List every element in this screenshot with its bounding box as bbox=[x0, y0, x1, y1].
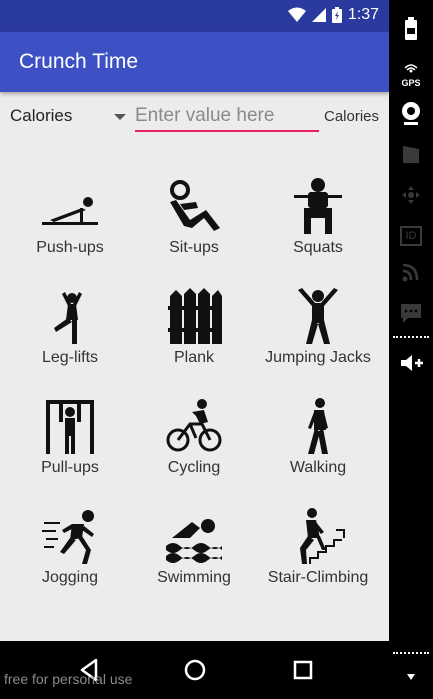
exercise-label: Jumping Jacks bbox=[265, 349, 371, 366]
dropdown-arrow-icon bbox=[114, 114, 126, 120]
phone-screen: 1:37 Crunch Time Calories Calories Push-… bbox=[0, 0, 389, 699]
exercise-swimming[interactable]: Swimming bbox=[132, 508, 256, 608]
input-row: Calories Calories bbox=[0, 96, 389, 140]
status-time: 1:37 bbox=[347, 6, 379, 23]
exercise-stair-climbing[interactable]: Stair-Climbing bbox=[256, 508, 380, 608]
gps-icon bbox=[404, 64, 418, 73]
exercise-label: Plank bbox=[173, 349, 215, 366]
spinner-value: Calories bbox=[10, 106, 73, 125]
unit-label: Calories bbox=[324, 108, 380, 125]
exercise-label: Sit-ups bbox=[169, 239, 219, 256]
chevron-down-icon[interactable] bbox=[396, 664, 426, 694]
exercise-leg-lifts[interactable]: Leg-lifts bbox=[8, 288, 132, 388]
exercise-label: Cycling bbox=[167, 459, 221, 476]
exercise-jogging[interactable]: Jogging bbox=[8, 508, 132, 608]
exercise-label: Swimming bbox=[157, 569, 231, 586]
exercise-label: Stair-Climbing bbox=[267, 569, 369, 586]
push-up-icon bbox=[42, 197, 98, 225]
leg-lift-icon bbox=[54, 292, 82, 344]
panel-divider bbox=[393, 652, 429, 654]
emulator-side-panel: GPS ID bbox=[389, 0, 433, 699]
pull-up-icon bbox=[46, 400, 94, 454]
swimming-icon bbox=[166, 519, 222, 563]
exercise-label: Jogging bbox=[41, 569, 99, 586]
exercise-label: Pull-ups bbox=[41, 459, 99, 476]
id-label: ID bbox=[400, 226, 422, 246]
walking-icon bbox=[308, 398, 328, 454]
cycling-icon bbox=[166, 399, 222, 452]
exercise-sit-ups[interactable]: Sit-ups bbox=[132, 178, 256, 278]
app-bar: Crunch Time bbox=[0, 32, 389, 92]
exercise-label: Walking bbox=[289, 459, 347, 476]
jumping-jacks-icon bbox=[298, 288, 338, 344]
gps-button[interactable]: GPS bbox=[396, 60, 426, 90]
exercise-squats[interactable]: Squats bbox=[256, 178, 380, 278]
wifi-icon bbox=[287, 7, 306, 22]
exercise-push-ups[interactable]: Push-ups bbox=[8, 178, 132, 278]
exercise-label: Squats bbox=[293, 239, 343, 256]
dpad-icon[interactable] bbox=[396, 180, 426, 210]
gps-label: GPS bbox=[401, 78, 421, 88]
plank-icon bbox=[168, 288, 222, 344]
exercise-jumping-jacks[interactable]: Jumping Jacks bbox=[256, 288, 380, 388]
home-icon[interactable] bbox=[180, 655, 210, 685]
squat-icon bbox=[294, 178, 342, 234]
app-title: Crunch Time bbox=[19, 50, 139, 73]
device-id-button[interactable]: ID bbox=[396, 220, 426, 250]
panel-divider bbox=[393, 336, 429, 338]
battery-icon bbox=[331, 7, 342, 23]
value-input[interactable] bbox=[135, 102, 319, 132]
rss-feed-icon[interactable] bbox=[396, 258, 426, 288]
watermark-text: free for personal use bbox=[4, 671, 133, 687]
jogging-icon bbox=[42, 510, 94, 564]
volume-up-icon[interactable] bbox=[396, 348, 426, 378]
unit-spinner[interactable]: Calories bbox=[10, 106, 132, 130]
exercise-pull-ups[interactable]: Pull-ups bbox=[8, 398, 132, 498]
status-bar: 1:37 bbox=[0, 0, 389, 32]
sms-message-icon[interactable] bbox=[396, 298, 426, 328]
exercise-label: Leg-lifts bbox=[41, 349, 99, 366]
sit-up-icon bbox=[170, 180, 220, 231]
camera-icon[interactable] bbox=[396, 98, 426, 128]
signal-icon bbox=[311, 8, 326, 22]
exercise-cycling[interactable]: Cycling bbox=[132, 398, 256, 498]
recent-apps-icon[interactable] bbox=[288, 655, 318, 685]
navigation-bar bbox=[0, 641, 389, 699]
stair-climbing-icon bbox=[300, 508, 345, 564]
exercise-plank[interactable]: Plank bbox=[132, 288, 256, 388]
battery-icon[interactable] bbox=[396, 14, 426, 44]
exercise-walking[interactable]: Walking bbox=[256, 398, 380, 498]
exercise-label: Push-ups bbox=[36, 239, 104, 256]
clapperboard-icon[interactable] bbox=[396, 140, 426, 170]
